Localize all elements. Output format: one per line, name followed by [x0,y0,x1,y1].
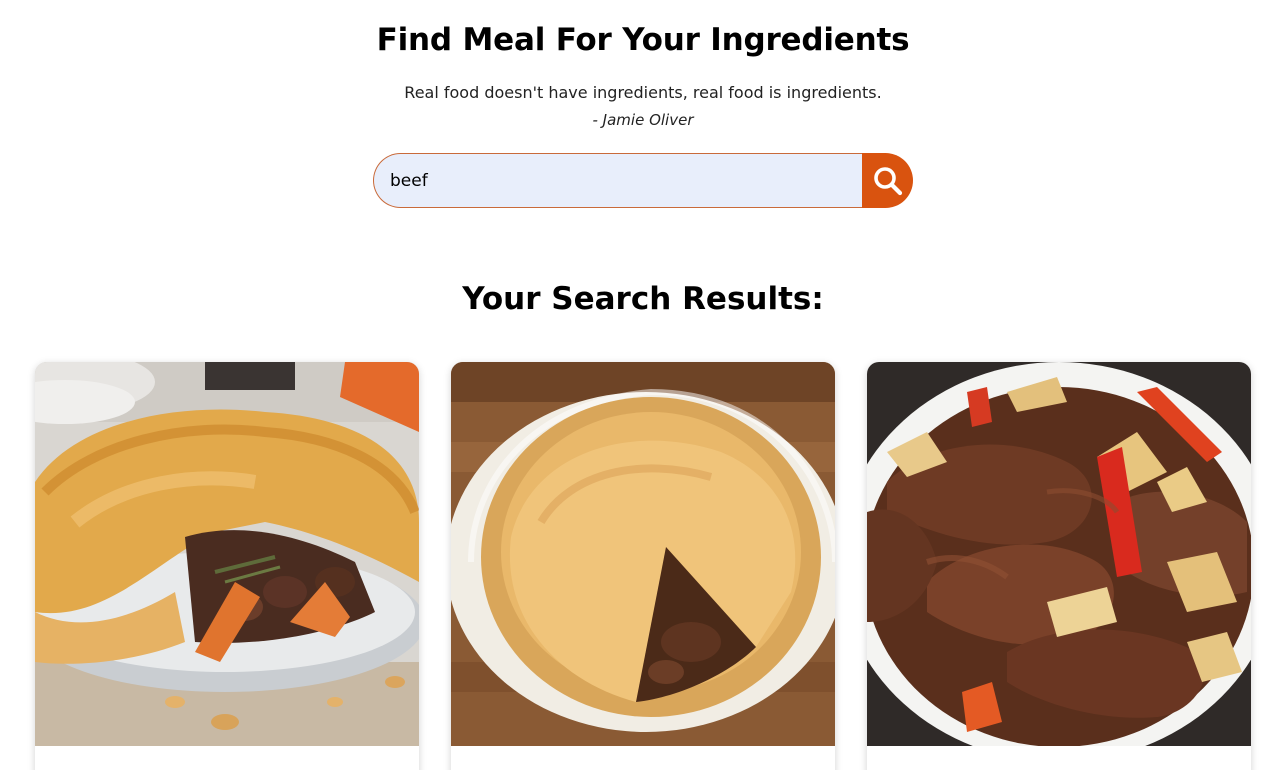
quote-author: - Jamie Oliver [592,111,694,129]
page-title: Find Meal For Your Ingredients [376,22,910,58]
search-button[interactable] [862,153,913,208]
recipe-card[interactable] [451,362,835,770]
search-input[interactable] [373,153,863,208]
search-form [373,153,913,208]
recipe-image-beef-pie-slice[interactable] [451,362,835,746]
page: Find Meal For Your Ingredients Real food… [0,0,1268,770]
recipe-card[interactable] [867,362,1251,770]
quote-text: Real food doesn't have ingredients, real… [404,83,882,102]
results-title: Your Search Results: [462,281,824,317]
recipe-image-beef-pie[interactable] [35,362,419,746]
recipe-card[interactable] [35,362,419,770]
search-icon [874,167,903,196]
recipe-image-beef-stew[interactable] [867,362,1251,746]
